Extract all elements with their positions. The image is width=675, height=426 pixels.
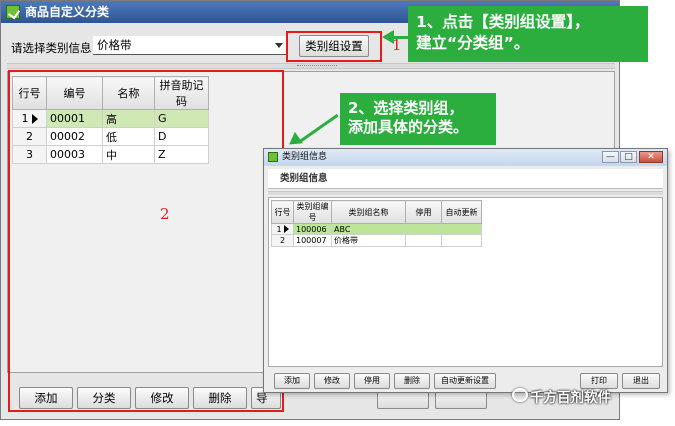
dcol-header-auto-update[interactable]: 自动更新 [441, 200, 482, 224]
dialog-app-icon [268, 152, 278, 162]
dialog-delete-button[interactable]: 删除 [394, 373, 430, 389]
exit-button[interactable]: 退出 [622, 373, 660, 389]
callout-step-2: 2、选择类别组， 添加具体的分类。 [340, 93, 496, 145]
category-group-grid: 行号 类别组编号 类别组名称 停用 自动更新 1 100006 ABC 2 10… [271, 200, 482, 247]
dialog-title: 类别组信息 [282, 152, 328, 162]
table-row[interactable]: 2 100007 价格带 [271, 234, 482, 247]
row-number-cell: 1 [271, 223, 294, 235]
dcol-header-code[interactable]: 类别组编号 [293, 200, 332, 224]
row-number-cell: 2 [271, 234, 294, 247]
group-name-cell[interactable]: ABC [331, 223, 406, 235]
dialog-splitter[interactable] [268, 191, 663, 195]
callout-1-arrow-icon [382, 30, 394, 44]
row-pointer-icon [283, 225, 289, 233]
callout-step-1-line1: 1、点击【类别组设置】， [416, 13, 590, 31]
close-icon[interactable]: ✕ [639, 151, 663, 163]
auto-update-settings-button[interactable]: 自动更新设置 [434, 373, 496, 389]
group-name-cell[interactable]: 价格带 [331, 234, 406, 247]
table-row[interactable]: 1 100006 ABC [271, 223, 482, 235]
dialog-grid-area: 行号 类别组编号 类别组名称 停用 自动更新 1 100006 ABC 2 10… [268, 197, 663, 367]
auto-update-cell[interactable] [441, 234, 482, 247]
callout-step-2-line1: 2、选择类别组， [348, 99, 464, 117]
dialog-add-button[interactable]: 添加 [274, 373, 310, 389]
category-group-dialog: 类别组信息 — □ ✕ 类别组信息 行号 类别组编号 类别组名称 停用 自动更新… [263, 148, 668, 393]
minimize-icon[interactable]: — [602, 151, 619, 163]
annotation-box-2 [8, 70, 284, 412]
dcol-header-rownum[interactable]: 行号 [271, 200, 294, 224]
callout-step-2-line2: 添加具体的分类。 [348, 118, 469, 136]
dcol-header-name[interactable]: 类别组名称 [331, 200, 406, 224]
maximize-icon[interactable]: □ [620, 151, 637, 163]
splitter[interactable] [7, 63, 615, 69]
disabled-cell[interactable] [405, 223, 442, 235]
callout-1-arrow-line [392, 36, 410, 39]
auto-update-cell[interactable] [441, 223, 482, 235]
callout-step-1-line2: 建立“分类组”。 [416, 34, 530, 52]
watermark-text: 千方百剂软件 [530, 390, 611, 406]
annotation-label-2: 2 [160, 205, 170, 223]
dcol-header-disabled[interactable]: 停用 [405, 200, 442, 224]
category-select-label: 请选择类别信息 [11, 41, 92, 55]
category-select-value: 价格带 [97, 38, 132, 52]
category-select[interactable]: 价格带 [93, 36, 287, 55]
dialog-header: 类别组信息 [268, 169, 663, 189]
row-number: 1 [276, 224, 282, 234]
splitter-grip[interactable] [297, 65, 337, 67]
dialog-title-bar: 类别组信息 — □ ✕ [264, 149, 667, 166]
annotation-box-1 [286, 31, 382, 62]
dialog-edit-button[interactable]: 修改 [314, 373, 350, 389]
disabled-cell[interactable] [405, 234, 442, 247]
callout-step-1: 1、点击【类别组设置】， 建立“分类组”。 [408, 6, 648, 62]
group-code-cell[interactable]: 100007 [293, 234, 332, 247]
chevron-down-icon[interactable] [275, 43, 283, 48]
group-code-cell[interactable]: 100006 [293, 223, 332, 235]
app-icon [6, 5, 20, 19]
wechat-icon [512, 388, 528, 402]
main-window-title: 商品自定义分类 [25, 5, 110, 19]
dialog-disable-button[interactable]: 停用 [354, 373, 390, 389]
